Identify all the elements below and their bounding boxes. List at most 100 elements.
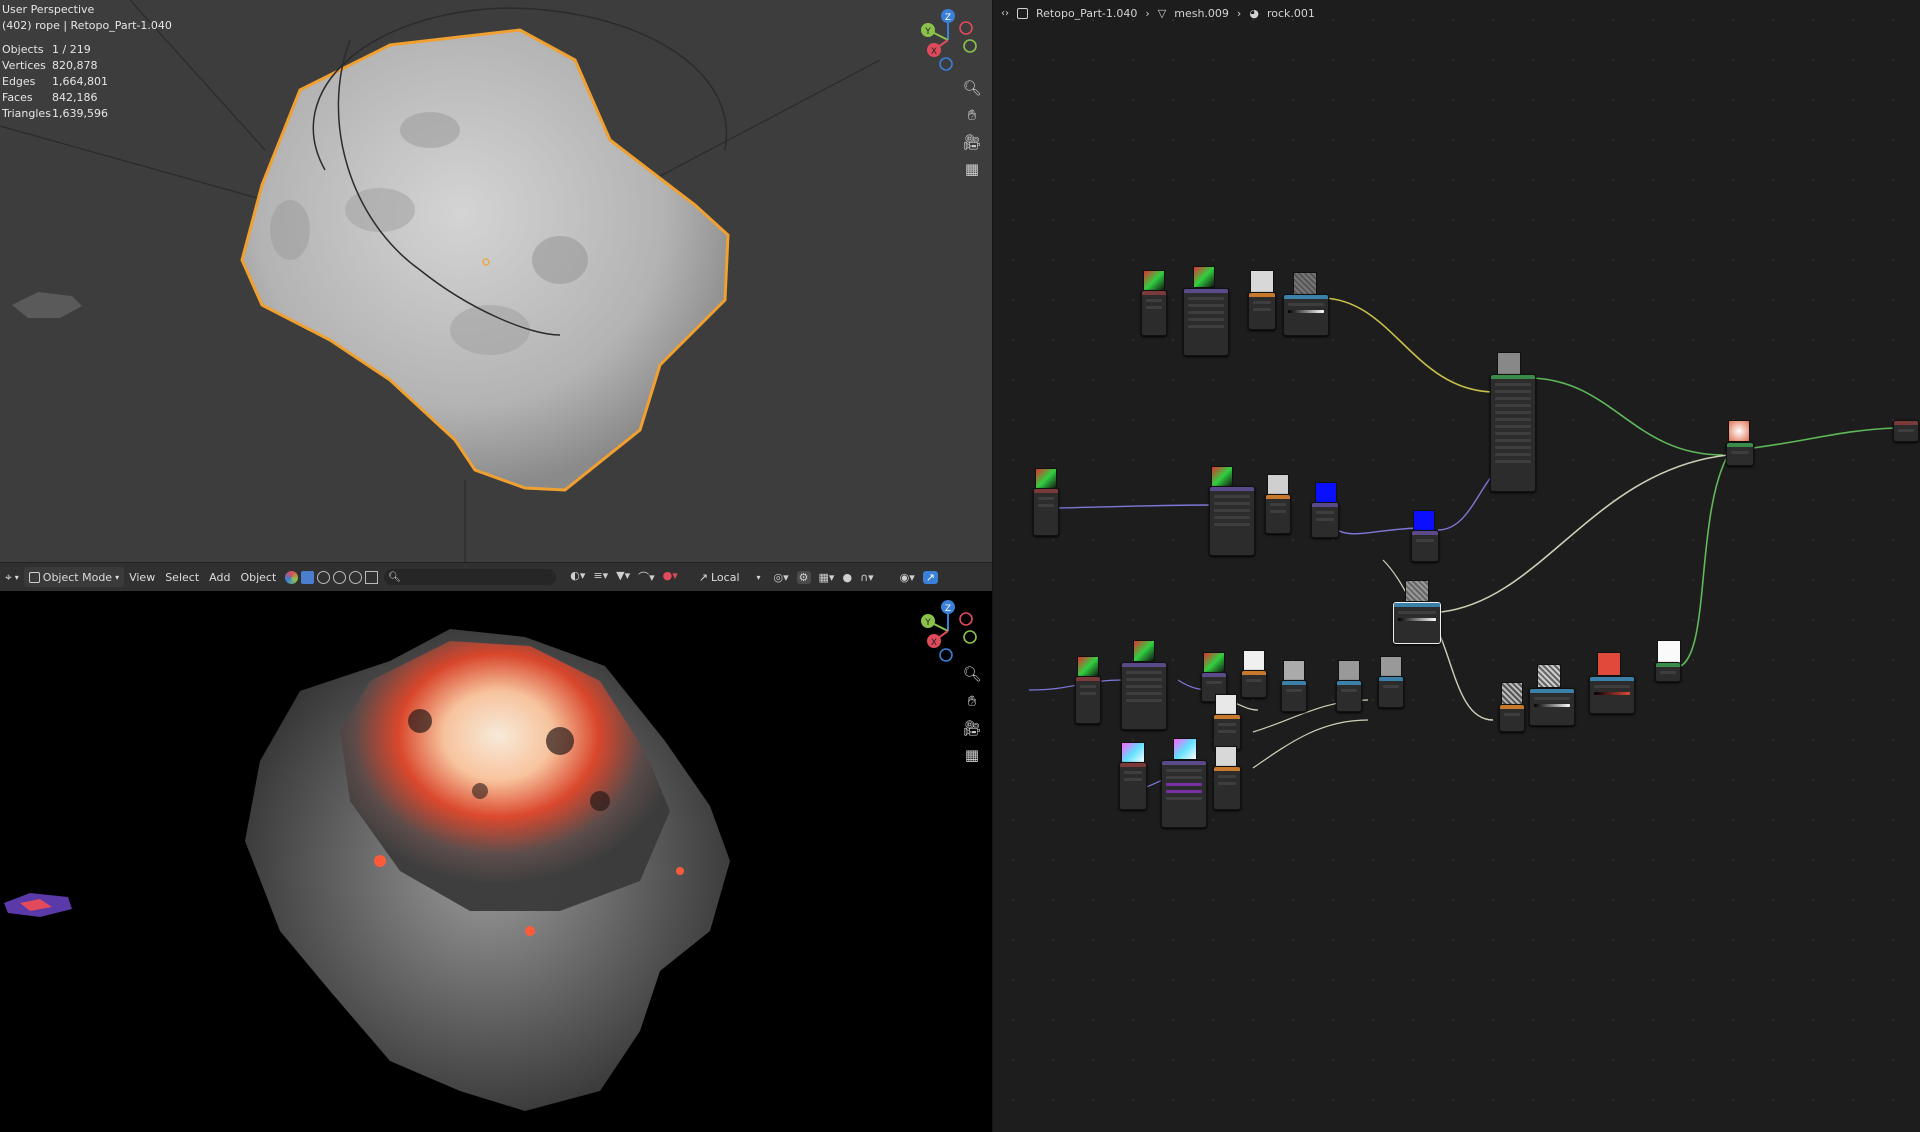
- node-texture-3[interactable]: [1241, 670, 1267, 698]
- node-colorramp-selected[interactable]: [1393, 602, 1441, 644]
- overlay-icon[interactable]: [317, 570, 331, 584]
- xray-icon[interactable]: [349, 570, 363, 584]
- node-math-2[interactable]: [1378, 676, 1404, 708]
- collection-icon[interactable]: [365, 570, 379, 584]
- view-toggle-icon[interactable]: ◐▾: [570, 569, 585, 585]
- gizmo-y-label: Y: [924, 27, 931, 37]
- menu-view[interactable]: View: [124, 567, 160, 587]
- view-perspective-label: User Perspective: [2, 3, 95, 16]
- node-math-1[interactable]: [1336, 680, 1362, 712]
- node-mapping[interactable]: [1183, 288, 1229, 356]
- proportional-edit-icon[interactable]: ●: [842, 571, 852, 584]
- menu-select[interactable]: Select: [160, 567, 204, 587]
- gizmo-y-label: Y: [924, 618, 931, 628]
- transform-icon[interactable]: ≡▾: [593, 569, 608, 585]
- orientation-select[interactable]: ↗ Local ▾: [694, 567, 766, 587]
- texture-preview-icon: [1283, 660, 1305, 682]
- falloff-icon[interactable]: ∩▾: [860, 571, 874, 584]
- node-coord-2[interactable]: [1033, 488, 1059, 536]
- node-emission[interactable]: [1655, 662, 1681, 682]
- grid-view-icon[interactable]: ▦: [960, 743, 984, 767]
- emission-preview-icon: [1657, 640, 1681, 664]
- node-mapping-3[interactable]: [1121, 662, 1167, 730]
- noise-preview-icon: [1501, 682, 1523, 706]
- blue-preview-icon: [1315, 482, 1337, 504]
- noise-preview-icon: [1293, 272, 1317, 296]
- rock-mesh-icon: [240, 28, 730, 492]
- orientation-icon: ↗: [698, 570, 708, 584]
- node-colorramp-red[interactable]: [1589, 676, 1635, 714]
- gradient-preview-icon: [1143, 270, 1165, 292]
- shading-material-icon[interactable]: [285, 570, 299, 584]
- blue-preview-icon: [1413, 510, 1435, 532]
- editor-type-button[interactable]: ⌖ ▾: [0, 567, 24, 587]
- texture-preview-icon: [1243, 650, 1265, 672]
- stat-objects: Objects 1 / 219: [2, 43, 91, 56]
- stat-faces: Faces 842,186: [2, 91, 98, 104]
- node-coord[interactable]: [1141, 290, 1167, 336]
- grid-view-icon[interactable]: ▦: [960, 157, 984, 181]
- snap-target-icon[interactable]: ▦▾: [819, 571, 835, 584]
- navigation-gizmo[interactable]: Z Y X: [912, 8, 982, 74]
- camera-icon[interactable]: 🎥︎: [960, 130, 984, 154]
- bsdf-preview-icon: [1497, 352, 1521, 376]
- gizmo-x-label: X: [931, 638, 937, 648]
- gradient-preview-icon: [1203, 652, 1225, 674]
- node-texture-2[interactable]: [1265, 494, 1291, 534]
- search-icon: 🔍︎: [388, 571, 401, 583]
- node-normal-map[interactable]: [1311, 502, 1339, 538]
- snap-icon[interactable]: ⚙: [796, 570, 811, 584]
- node-coord-3[interactable]: [1075, 676, 1101, 724]
- select-box-icon[interactable]: [301, 570, 315, 584]
- node-colorramp-1[interactable]: [1283, 294, 1329, 336]
- viewport-search-input[interactable]: 🔍︎: [384, 569, 557, 585]
- node-texture-5[interactable]: [1213, 714, 1241, 750]
- node-bump[interactable]: [1411, 530, 1439, 562]
- active-object-label: (402) rope | Retopo_Part-1.040: [2, 19, 172, 32]
- navigation-gizmo-render[interactable]: Z Y X: [912, 599, 982, 665]
- pivot-icon[interactable]: ◎▾: [774, 571, 789, 584]
- zoom-icon[interactable]: 🔍︎: [960, 662, 984, 686]
- gradient-preview-icon: [1193, 266, 1215, 288]
- shader-node-editor[interactable]: ‹› Retopo_Part-1.040 › ▽ mesh.009 › ◕ ro…: [993, 0, 1920, 1132]
- node-principled-bsdf[interactable]: [1490, 374, 1536, 492]
- node-links: [1028, 297, 1896, 791]
- pan-hand-icon[interactable]: ✋︎: [960, 103, 984, 127]
- visibility-icon[interactable]: ◉▾: [900, 571, 915, 584]
- viewport-render[interactable]: Z Y X 🔍︎ ✋︎ 🎥︎ ▦: [0, 591, 992, 1132]
- stat-edges: Edges 1,664,801: [2, 75, 108, 88]
- filter-icon[interactable]: ▼▾: [616, 569, 630, 585]
- node-mix-shader[interactable]: [1726, 442, 1754, 466]
- noise-preview-icon: [1405, 580, 1429, 602]
- gradient-preview-icon: [1133, 640, 1155, 662]
- node-coord-4[interactable]: [1119, 762, 1147, 810]
- node-colorramp-2[interactable]: [1529, 688, 1575, 726]
- texture-preview-icon: [1215, 746, 1237, 768]
- noise-preview-icon: [1537, 664, 1561, 688]
- red-preview-icon: [1597, 652, 1621, 676]
- node-material-output[interactable]: [1893, 420, 1919, 442]
- curve-icon[interactable]: ⌒▾: [638, 569, 655, 585]
- menu-object[interactable]: Object: [235, 567, 281, 587]
- gizmo-x-label: X: [931, 47, 937, 57]
- node-texture-1[interactable]: [1248, 292, 1276, 330]
- gradient-preview-icon: [1121, 742, 1145, 764]
- node-gradient-ramp[interactable]: [1161, 760, 1207, 828]
- camera-icon[interactable]: 🎥︎: [960, 716, 984, 740]
- gizmo-active-icon[interactable]: ↗: [922, 570, 938, 584]
- node-texture-6[interactable]: [1213, 766, 1241, 810]
- gizmo-toggle-icon[interactable]: [333, 570, 347, 584]
- node-mapping-2[interactable]: [1209, 486, 1255, 556]
- node-texture-4[interactable]: [1281, 680, 1307, 712]
- node-noise[interactable]: [1499, 704, 1525, 732]
- render-layer-icon[interactable]: ●▾: [663, 569, 678, 585]
- viewport-solid[interactable]: User Perspective (402) rope | Retopo_Par…: [0, 0, 992, 562]
- gradient-preview-icon: [1211, 466, 1233, 488]
- mode-select[interactable]: Object Mode ▾: [23, 567, 125, 587]
- pan-hand-icon[interactable]: ✋︎: [960, 689, 984, 713]
- texture-preview-icon: [1380, 656, 1402, 678]
- chevron-down-icon: ▾: [115, 572, 120, 582]
- zoom-icon[interactable]: 🔍︎: [960, 76, 984, 100]
- gizmo-z-label: Z: [945, 604, 951, 614]
- menu-add[interactable]: Add: [204, 567, 235, 587]
